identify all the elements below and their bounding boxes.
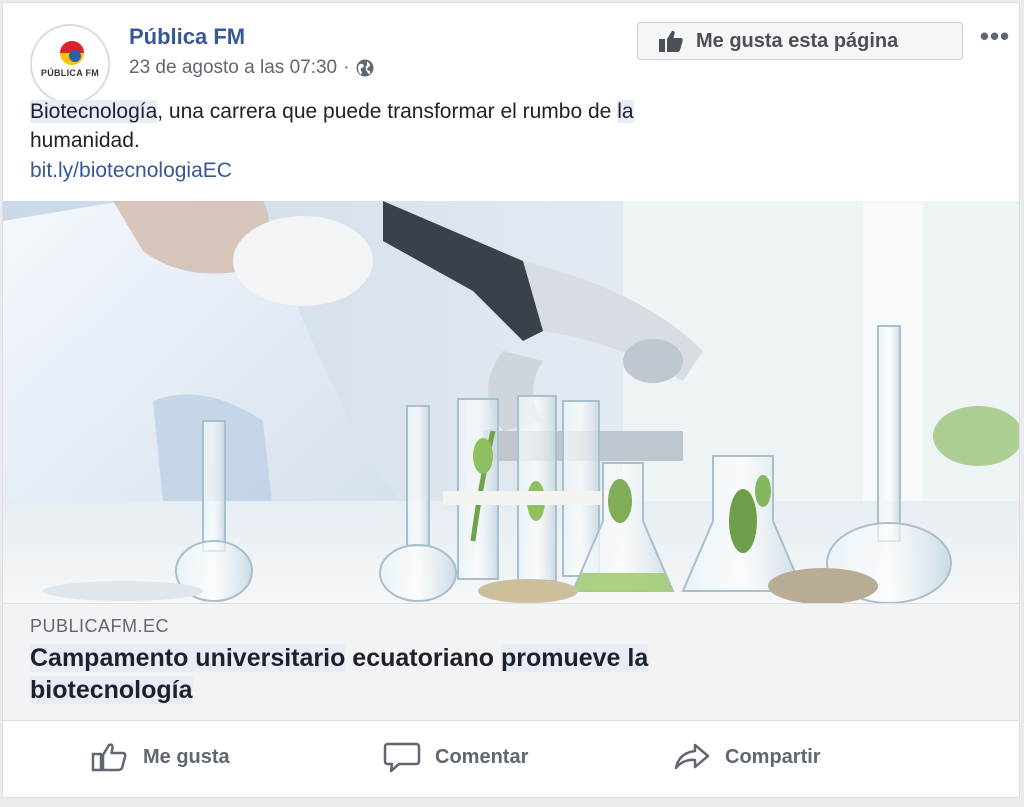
preview-domain: PUBLICAFM.EC bbox=[30, 616, 170, 636]
more-icon[interactable]: ••• bbox=[977, 22, 1013, 52]
post-image[interactable] bbox=[3, 201, 1019, 603]
post-message: Biotecnología, una carrera que puede tra… bbox=[30, 97, 910, 155]
post-text-end: humanidad. bbox=[30, 129, 140, 152]
comment-label: Comentar bbox=[435, 745, 529, 768]
post-card: PÚBLICA FM Pública FM 23 de agosto a las… bbox=[2, 2, 1020, 798]
headline-part2: ecuatoriano bbox=[345, 644, 501, 672]
comment-icon bbox=[383, 742, 421, 773]
headline-part4: biotecnología bbox=[30, 676, 193, 704]
post-timestamp[interactable]: 23 de agosto a las 07:30 bbox=[129, 56, 337, 80]
action-bar: Me gusta Comentar Compartir bbox=[3, 725, 1019, 789]
logo-mark bbox=[60, 41, 84, 65]
post-text-la: la bbox=[617, 100, 634, 123]
post-meta: 23 de agosto a las 07:30 · bbox=[129, 56, 375, 80]
post-keyword[interactable]: Biotecnología bbox=[30, 100, 158, 123]
share-label: Compartir bbox=[725, 745, 821, 768]
link-preview[interactable]: PUBLICAFM.EC Campamento universitario ec… bbox=[3, 603, 1019, 721]
like-page-label: Me gusta esta página bbox=[696, 29, 899, 52]
post-header: PÚBLICA FM Pública FM 23 de agosto a las… bbox=[3, 3, 1019, 104]
logo-text: PÚBLICA FM bbox=[40, 68, 100, 78]
page-name[interactable]: Pública FM bbox=[129, 24, 245, 50]
preview-headline[interactable]: Campamento universitario ecuatoriano pro… bbox=[30, 642, 930, 706]
share-icon bbox=[674, 743, 710, 770]
like-outline-icon bbox=[91, 743, 127, 772]
post-text-middle: , una carrera que puede transformar el r… bbox=[157, 100, 618, 123]
post-link[interactable]: bit.ly/biotecnologiaEC bbox=[30, 156, 232, 185]
meta-separator: · bbox=[343, 57, 350, 78]
globe-icon[interactable] bbox=[355, 58, 375, 78]
headline-part1: Campamento universitario bbox=[30, 644, 346, 672]
like-page-button[interactable]: Me gusta esta página bbox=[637, 22, 963, 60]
page-avatar[interactable]: PÚBLICA FM bbox=[30, 24, 110, 104]
like-label: Me gusta bbox=[143, 745, 230, 768]
thumbs-up-icon bbox=[659, 30, 683, 52]
comment-button[interactable]: Comentar bbox=[383, 737, 528, 777]
headline-part3: promueve la bbox=[500, 644, 649, 672]
share-button[interactable]: Compartir bbox=[673, 737, 821, 777]
like-button[interactable]: Me gusta bbox=[91, 737, 230, 777]
lab-photo bbox=[3, 201, 1019, 603]
